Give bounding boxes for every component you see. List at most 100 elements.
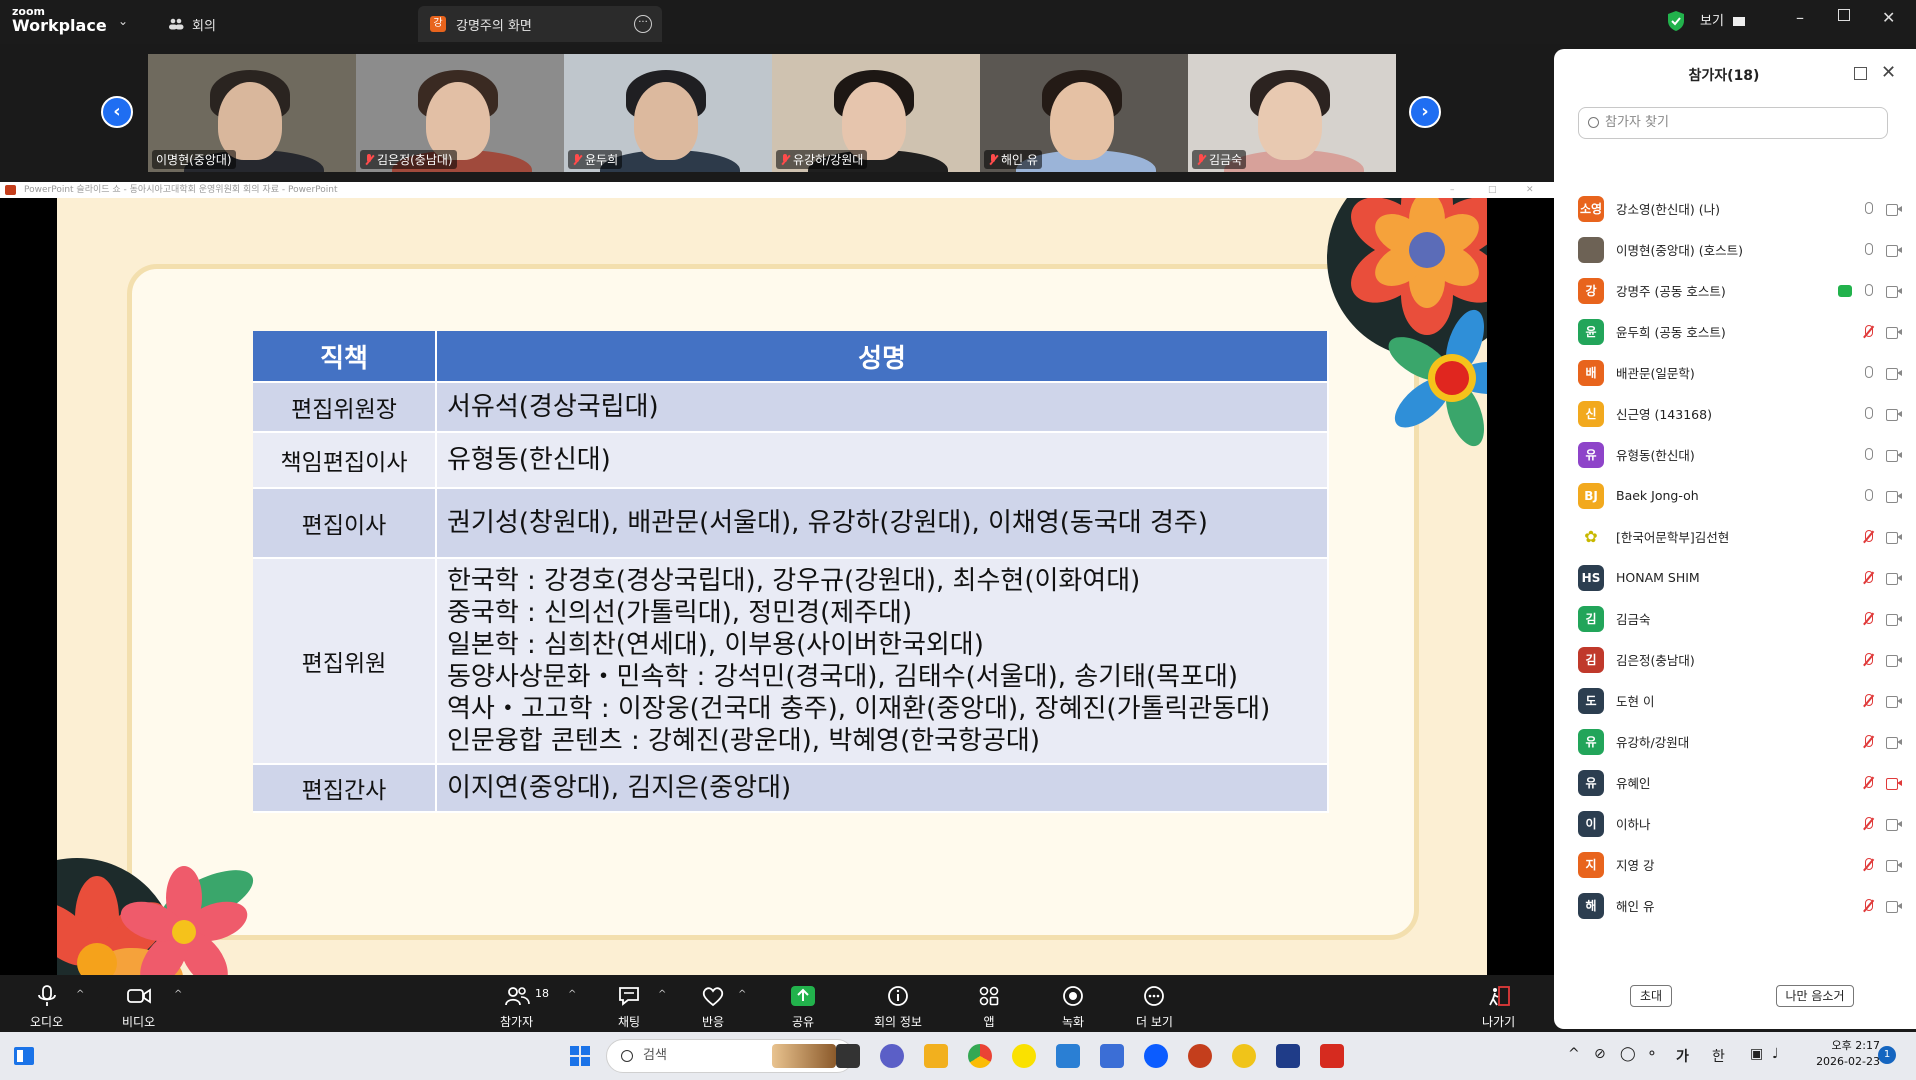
muted-microphone-icon[interactable] xyxy=(1860,324,1876,340)
participant-row[interactable]: HS HONAM SHIM xyxy=(1578,557,1908,598)
ppt-minimize-icon[interactable]: – xyxy=(1450,182,1455,198)
participant-row[interactable]: 이명현(중앙대) (호스트) xyxy=(1578,229,1908,270)
participant-search-input[interactable]: 참가자 찾기 xyxy=(1578,107,1888,139)
video-options-chevron-icon[interactable]: ^ xyxy=(174,989,182,1000)
participant-row[interactable]: 김 김은정(충남대) xyxy=(1578,639,1908,680)
tray-chevron-icon[interactable]: ^ xyxy=(1568,1046,1580,1062)
previous-page-icon[interactable]: ‹ xyxy=(101,96,133,128)
camera-icon[interactable] xyxy=(1886,859,1902,872)
tray-camera-off-icon[interactable]: ⊘ xyxy=(1594,1046,1606,1062)
chrome-icon[interactable] xyxy=(968,1044,992,1068)
reactions-chevron-icon[interactable]: ^ xyxy=(738,989,746,1000)
video-button[interactable]: 비디오 xyxy=(122,985,155,1030)
language-indicator[interactable]: 한 xyxy=(1712,1046,1725,1066)
camera-icon[interactable] xyxy=(1886,326,1902,339)
zoom-taskbar-icon[interactable] xyxy=(1144,1044,1168,1068)
widgets-icon[interactable] xyxy=(12,1044,36,1068)
chat-button[interactable]: 채팅 xyxy=(616,985,642,1030)
camera-icon[interactable] xyxy=(1886,736,1902,749)
network-icon[interactable]: ▣ xyxy=(1750,1046,1763,1062)
meeting-info-button[interactable]: 회의 정보 xyxy=(874,985,922,1030)
audio-options-chevron-icon[interactable]: ^ xyxy=(76,989,84,1000)
chat-chevron-icon[interactable]: ^ xyxy=(658,989,666,1000)
apps-button[interactable]: 앱 xyxy=(976,985,1002,1030)
tab-meeting[interactable]: 회의 xyxy=(168,6,216,42)
microphone-icon[interactable] xyxy=(1860,283,1876,299)
microphone-icon[interactable] xyxy=(1860,406,1876,422)
windows-start-icon[interactable] xyxy=(568,1044,592,1068)
camera-icon[interactable] xyxy=(1886,367,1902,380)
participant-row[interactable]: BJ Baek Jong-oh xyxy=(1578,475,1908,516)
share-button[interactable]: 공유 xyxy=(790,985,816,1030)
notification-badge[interactable]: 1 xyxy=(1878,1046,1896,1064)
video-tile[interactable]: 김금숙 xyxy=(1188,54,1396,172)
participant-row[interactable]: 배 배관문(일문학) xyxy=(1578,352,1908,393)
minimize-icon[interactable]: – xyxy=(1796,8,1804,27)
leave-button[interactable]: 나가기 xyxy=(1482,985,1515,1030)
notepad-icon[interactable] xyxy=(1100,1044,1124,1068)
muted-microphone-icon[interactable] xyxy=(1860,693,1876,709)
muted-microphone-icon[interactable] xyxy=(1860,611,1876,627)
next-page-icon[interactable]: › xyxy=(1409,96,1441,128)
mute-me-button[interactable]: 나만 음소거 xyxy=(1776,985,1854,1007)
upload-app-icon[interactable] xyxy=(1276,1044,1300,1068)
close-panel-icon[interactable]: ✕ xyxy=(1881,62,1896,83)
task-view-icon[interactable] xyxy=(836,1044,860,1068)
video-tile[interactable]: 해인 유 xyxy=(980,54,1188,172)
muted-microphone-icon[interactable] xyxy=(1860,857,1876,873)
file-explorer-icon[interactable] xyxy=(924,1044,948,1068)
camera-icon[interactable] xyxy=(1886,572,1902,585)
participant-row[interactable]: 해 해인 유 xyxy=(1578,885,1908,926)
camera-icon[interactable] xyxy=(1886,449,1902,462)
video-tile[interactable]: 이명현(중앙대) xyxy=(148,54,356,172)
more-options-icon[interactable]: ··· xyxy=(634,15,652,33)
media-player-icon[interactable] xyxy=(1232,1044,1256,1068)
acrobat-icon[interactable] xyxy=(1320,1044,1344,1068)
audio-button[interactable]: 오디오 xyxy=(30,985,63,1030)
microphone-icon[interactable] xyxy=(1860,242,1876,258)
participant-row[interactable]: 강 강명주 (공동 호스트) xyxy=(1578,270,1908,311)
camera-icon[interactable] xyxy=(1886,613,1902,626)
restore-icon[interactable] xyxy=(1838,9,1850,21)
video-tile[interactable]: 윤두희 xyxy=(564,54,772,172)
camera-off-icon[interactable] xyxy=(1886,777,1902,790)
camera-icon[interactable] xyxy=(1886,408,1902,421)
video-tile[interactable]: 유강하/강원대 xyxy=(772,54,980,172)
microphone-icon[interactable] xyxy=(1860,447,1876,463)
participant-row[interactable]: 유 유혜인 xyxy=(1578,762,1908,803)
participants-button[interactable]: 참가자 xyxy=(500,985,533,1030)
settings-app-icon[interactable] xyxy=(1056,1044,1080,1068)
teams-icon[interactable] xyxy=(880,1044,904,1068)
tray-shield-icon[interactable]: ◯ xyxy=(1620,1046,1636,1062)
participant-row[interactable]: 김 김금숙 xyxy=(1578,598,1908,639)
microphone-icon[interactable] xyxy=(1860,488,1876,504)
app-menu-chevron-icon[interactable]: ⌄ xyxy=(118,14,128,28)
muted-microphone-icon[interactable] xyxy=(1860,652,1876,668)
muted-microphone-icon[interactable] xyxy=(1860,529,1876,545)
muted-microphone-icon[interactable] xyxy=(1860,898,1876,914)
taskbar-clock[interactable]: 오후 2:17 2026-02-23 xyxy=(1800,1038,1880,1070)
muted-microphone-icon[interactable] xyxy=(1860,816,1876,832)
muted-microphone-icon[interactable] xyxy=(1860,775,1876,791)
muted-microphone-icon[interactable] xyxy=(1860,734,1876,750)
participant-row[interactable]: 지 지영 강 xyxy=(1578,844,1908,885)
camera-icon[interactable] xyxy=(1886,244,1902,257)
pop-out-icon[interactable] xyxy=(1854,67,1867,80)
ime-mode-indicator[interactable]: 가 xyxy=(1676,1046,1689,1066)
participant-row[interactable]: 유 유형동(한신대) xyxy=(1578,434,1908,475)
participants-chevron-icon[interactable]: ^ xyxy=(568,989,576,1000)
volume-icon[interactable]: ♩ xyxy=(1772,1046,1779,1062)
close-window-icon[interactable]: ✕ xyxy=(1882,8,1895,27)
ppt-close-icon[interactable]: ✕ xyxy=(1526,182,1534,198)
participant-row[interactable]: 유 유강하/강원대 xyxy=(1578,721,1908,762)
kakaotalk-icon[interactable] xyxy=(1012,1044,1036,1068)
camera-icon[interactable] xyxy=(1886,203,1902,216)
record-button[interactable]: 녹화 xyxy=(1060,985,1086,1030)
more-button[interactable]: 더 보기 xyxy=(1136,985,1173,1030)
muted-microphone-icon[interactable] xyxy=(1860,570,1876,586)
camera-icon[interactable] xyxy=(1886,818,1902,831)
microphone-icon[interactable] xyxy=(1860,365,1876,381)
participant-row[interactable]: ✿ [한국어문학부]김선현 xyxy=(1578,516,1908,557)
participant-row[interactable]: 신 신근영 (143168) xyxy=(1578,393,1908,434)
microphone-icon[interactable] xyxy=(1860,201,1876,217)
